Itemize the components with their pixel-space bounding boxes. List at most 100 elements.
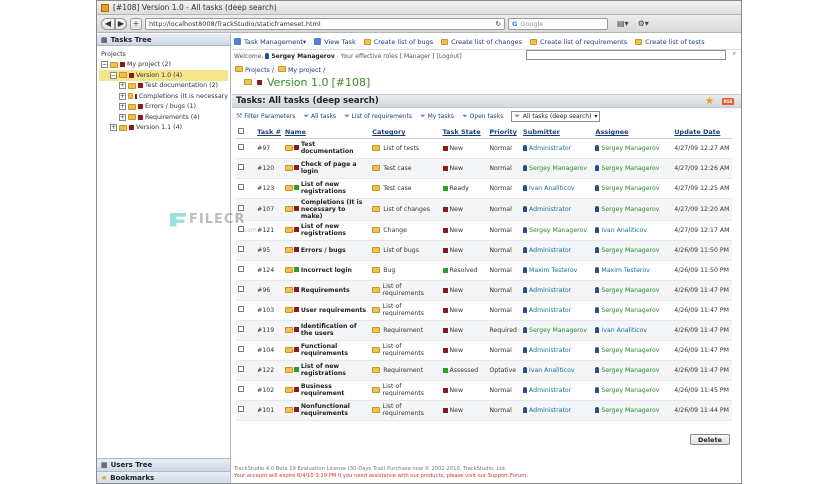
assignee-link[interactable]: Sergey Managerov [601,185,659,192]
tree-node[interactable]: − Version 1.0 (4) [99,70,228,81]
filter-all-tasks[interactable]: ⏷ All tasks [303,112,336,121]
row-checkbox[interactable] [238,164,244,170]
delete-button[interactable]: Delete [690,434,730,445]
table-row[interactable]: #122 List of new registrations Requirement… [236,360,732,381]
breadcrumb-projects[interactable]: Projects / [245,67,274,74]
assignee-link[interactable]: Ivan Analiticov [601,227,647,234]
bookmarks-bar[interactable]: ★ Bookmarks [97,471,230,483]
tree-node[interactable]: + Errors / bugs (1) [99,102,228,113]
assignee-link[interactable]: Sergey Managerov [601,307,659,314]
submitter-link[interactable]: Sergey Managerov [529,327,587,334]
create-tests-button[interactable]: Create list of tests [635,38,705,46]
submitter-link[interactable]: Administrator [529,347,571,354]
submitter-link[interactable]: Sergey Managerov [529,227,587,234]
select-all-header[interactable] [236,127,256,139]
tree-root[interactable]: Projects [99,49,228,60]
assignee-link[interactable]: Ivan Analiticov [601,327,647,334]
new-tab-button[interactable]: + [130,17,142,30]
breadcrumb-my-project[interactable]: My project / [288,67,325,74]
submitter-link[interactable]: Administrator [529,247,571,254]
expand-toggle-icon[interactable]: − [101,61,108,69]
task-name-link[interactable]: List of new registrations [301,363,368,377]
assignee-link[interactable]: Sergey Managerov [601,247,659,254]
task-name-link[interactable]: Functional requirements [301,343,368,357]
row-checkbox[interactable] [238,386,244,392]
reload-icon[interactable]: ↻ [496,20,501,28]
column-header[interactable]: Name [282,127,371,139]
column-header[interactable]: Category [370,127,441,139]
rss-icon[interactable]: RSS [722,98,734,105]
expand-toggle-icon[interactable]: + [119,103,126,111]
submitter-link[interactable]: Administrator [529,206,571,213]
task-name-link[interactable]: Check of page a login [301,161,368,175]
filter-parameters-link[interactable]: ⚒ Filter Parameters [236,112,295,120]
table-row[interactable]: #121 List of new registrations Change New No… [236,220,732,241]
tree-node[interactable]: + Completions (It is necessary [99,91,228,102]
create-requirements-button[interactable]: Create list of requirements [530,38,627,46]
task-name-link[interactable]: Test documentation [301,141,368,155]
column-header[interactable]: Update Date [672,127,732,139]
expand-toggle-icon[interactable]: + [119,92,126,100]
table-row[interactable]: #119 Identification of the users Requireme… [236,320,732,341]
task-name-link[interactable]: Errors / bugs [301,247,346,254]
row-checkbox[interactable] [238,406,244,412]
submitter-link[interactable]: Administrator [529,307,571,314]
expand-toggle-icon[interactable]: + [110,124,117,132]
table-row[interactable]: #104 Functional requirements List of requi… [236,340,732,361]
filter-open-tasks[interactable]: ⏷ Open tasks [462,112,503,121]
submitter-link[interactable]: Administrator [529,287,571,294]
assignee-link[interactable]: Sergey Managerov [601,347,659,354]
task-name-link[interactable]: User requirements [301,307,366,314]
task-management-menu[interactable]: Task Management▾ [234,38,306,46]
table-row[interactable]: #124 Incorrect login Bug Resolved Normal Maxi… [236,260,732,281]
row-checkbox[interactable] [238,366,244,372]
column-header[interactable]: Submitter [521,127,594,139]
search-box[interactable]: G Google [508,17,608,30]
assignee-link[interactable]: Sergey Managerov [601,165,659,172]
submitter-link[interactable]: Sergey Managerov [529,165,587,172]
row-checkbox[interactable] [238,184,244,190]
row-checkbox[interactable] [238,286,244,292]
address-bar[interactable]: http://localhost8008/TrackStudio/staticf… [145,17,505,30]
submitter-link[interactable]: Administrator [529,407,571,414]
task-name-link[interactable]: Completions (It is necessary to make) [301,199,368,220]
task-name-link[interactable]: List of new registrations [301,223,368,237]
assignee-link[interactable]: Sergey Managerov [601,206,659,213]
submitter-link[interactable]: Ivan Analiticov [529,185,575,192]
favorite-star-icon[interactable]: ★ [705,96,714,107]
table-row[interactable]: #120 Check of page a login Test case New Nor… [236,158,732,179]
table-row[interactable]: #97 Test documentation List of tests New Nor… [236,138,732,159]
tree-node[interactable]: − My project (2) [99,60,228,71]
expand-toggle-icon[interactable]: + [119,113,126,121]
expand-toggle-icon[interactable]: + [119,82,126,90]
table-row[interactable]: #102 Business requirement List of requirem… [236,380,732,401]
row-checkbox[interactable] [238,306,244,312]
tasks-tree-header[interactable]: ▦ Tasks Tree [97,34,230,46]
task-name-link[interactable]: Nonfunctional requirements [301,403,368,417]
expand-toggle-icon[interactable]: − [110,71,117,79]
row-checkbox[interactable] [238,266,244,272]
table-row[interactable]: #103 User requirements List of requirement… [236,300,732,321]
assignee-link[interactable]: Sergey Managerov [601,387,659,394]
gear-icon[interactable]: ⚙▾ [638,19,649,28]
users-tree-bar[interactable]: ▦ Users Tree [97,458,230,471]
row-checkbox[interactable] [238,346,244,352]
task-name-link[interactable]: Requirements [301,287,350,294]
task-name-link[interactable]: Incorrect login [301,267,352,274]
table-row[interactable]: #123 List of new registrations Test case Re… [236,178,732,199]
tree-node[interactable]: + Test documentation (2) [99,81,228,92]
submitter-link[interactable]: Maxim Testerov [529,267,577,274]
table-row[interactable]: #95 Errors / bugs List of bugs New Normal Adm… [236,240,732,261]
filter-requirements[interactable]: ⏷ List of requirements [344,112,412,121]
assignee-link[interactable]: Sergey Managerov [601,367,659,374]
filter-my-tasks[interactable]: ⏷ My tasks [420,112,454,121]
create-bugs-button[interactable]: Create list of bugs [363,38,433,46]
forward-button[interactable]: ▶ [115,17,127,30]
back-button[interactable]: ◀ [101,17,115,30]
table-row[interactable]: #101 Nonfunctional requirements List of re… [236,400,732,421]
column-header[interactable]: Task State [440,127,488,139]
tree-node[interactable]: + Version 1.1 (4) [99,123,228,134]
select-all-checkbox[interactable] [238,128,244,135]
task-name-link[interactable]: Identification of the users [301,323,368,337]
submitter-link[interactable]: Administrator [529,145,571,152]
